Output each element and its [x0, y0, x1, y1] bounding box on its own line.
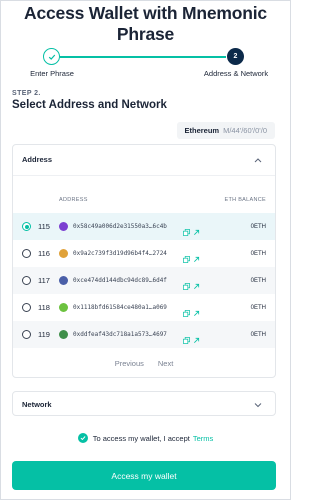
step-complete-check-icon [43, 48, 60, 65]
terms-agreement: To access my wallet, I accept Terms [1, 433, 290, 443]
address-index: 118 [38, 303, 50, 312]
address-avatar-icon [59, 276, 68, 285]
external-link-icon[interactable] [193, 223, 200, 235]
address-value: 0xddfeaf43dc718a1a573…4697 [73, 331, 167, 338]
address-balance: 0ETH [250, 223, 266, 230]
copy-icon[interactable] [183, 277, 190, 290]
external-link-icon[interactable] [193, 277, 200, 289]
terms-text: To access my wallet, I accept [92, 433, 190, 443]
address-value: 0x1118bfd61584ce480a1…a069 [73, 304, 167, 311]
copy-icon[interactable] [183, 250, 190, 263]
previous-button[interactable]: Previous [115, 359, 144, 368]
radio-unselected[interactable] [22, 276, 31, 285]
access-wallet-page: Access Wallet with Mnemonic Phrase 2 Ent… [0, 0, 291, 500]
external-link-icon[interactable] [193, 250, 200, 262]
radio-selected[interactable] [22, 222, 31, 231]
address-row[interactable]: 115 0x58c49a006d2e31550a3…6c4b 0ETH [13, 213, 275, 240]
address-row[interactable]: 118 0x1118bfd61584ce480a1…a069 0ETH [13, 294, 275, 321]
radio-unselected[interactable] [22, 303, 31, 312]
address-value: 0x9a2c739f3d19d96b4f4…2724 [73, 250, 167, 257]
address-avatar-icon [59, 330, 68, 339]
next-button[interactable]: Next [158, 359, 173, 368]
address-balance: 0ETH [250, 304, 266, 311]
address-avatar-icon [59, 303, 68, 312]
chevron-down-icon[interactable] [253, 400, 263, 410]
address-balance: 0ETH [250, 331, 266, 338]
address-balance: 0ETH [250, 277, 266, 284]
stepper-progress-line [60, 56, 226, 58]
page-title: Access Wallet with Mnemonic Phrase [24, 3, 267, 44]
external-link-icon[interactable] [193, 304, 200, 316]
derivation-network: Ethereum [184, 126, 220, 135]
address-row[interactable]: 116 0x9a2c739f3d19d96b4f4…2724 0ETH [13, 240, 275, 267]
address-row[interactable]: 117 0xce474dd144dbc94dc89…6d4f 0ETH [13, 267, 275, 294]
address-panel: Address ADDRESS ETH BALANCE 115 0x58c49a… [12, 144, 276, 378]
address-panel-title: Address [22, 155, 53, 164]
address-avatar-icon [59, 222, 68, 231]
pagination: Previous Next [13, 359, 275, 368]
copy-icon[interactable] [183, 331, 190, 344]
step-2-label: Address & Network [203, 69, 269, 78]
network-panel-title: Network [22, 400, 52, 409]
step-number: STEP 2. [12, 90, 41, 97]
address-index: 119 [38, 330, 50, 339]
checkbox-checked-icon[interactable] [77, 433, 88, 443]
address-index: 117 [38, 276, 50, 285]
address-value: 0x58c49a006d2e31550a3…6c4b [73, 223, 167, 230]
panel-divider [13, 175, 275, 176]
external-link-icon[interactable] [193, 331, 200, 343]
stepper: 2 Enter Phrase Address & Network [1, 45, 290, 85]
derivation-path: M/44'/60'/0'/0 [223, 126, 267, 135]
address-row[interactable]: 119 0xddfeaf43dc718a1a573…4697 0ETH [13, 321, 275, 348]
step-1-label: Enter Phrase [30, 69, 74, 78]
network-panel[interactable]: Network [12, 391, 276, 416]
address-index: 115 [38, 222, 50, 231]
address-index: 116 [38, 249, 50, 258]
column-header-balance: ETH BALANCE [224, 197, 266, 203]
chevron-up-icon[interactable] [253, 155, 263, 165]
column-header-address: ADDRESS [59, 197, 88, 203]
terms-link[interactable]: Terms [193, 434, 213, 443]
step-heading: Select Address and Network [12, 99, 167, 111]
radio-unselected[interactable] [22, 249, 31, 258]
step-2-indicator: 2 [227, 48, 244, 65]
address-balance: 0ETH [250, 250, 266, 257]
derivation-path-selector[interactable]: Ethereum M/44'/60'/0'/0 [176, 122, 275, 139]
radio-unselected[interactable] [22, 330, 31, 339]
access-wallet-button[interactable]: Access my wallet [12, 461, 276, 490]
address-value: 0xce474dd144dbc94dc89…6d4f [73, 277, 167, 284]
address-avatar-icon [59, 249, 68, 258]
copy-icon[interactable] [183, 223, 190, 236]
copy-icon[interactable] [183, 304, 190, 317]
